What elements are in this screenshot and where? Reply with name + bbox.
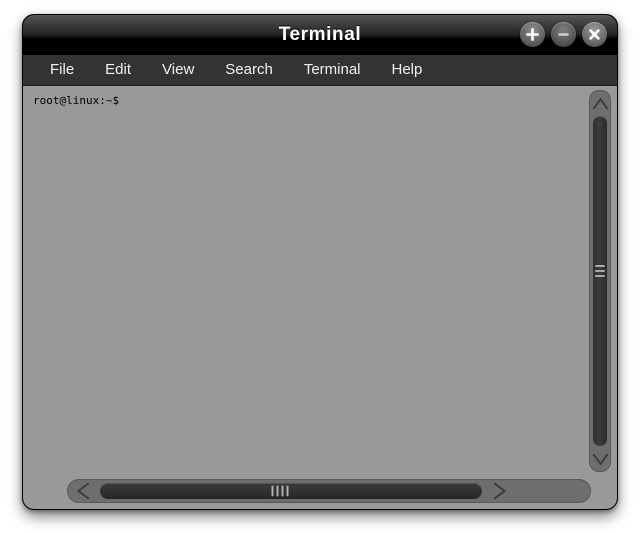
vertical-thumb-grip	[595, 265, 605, 278]
chevron-down-icon	[592, 453, 608, 466]
horizontal-scrollbar[interactable]	[23, 476, 617, 509]
menu-item-help[interactable]: Help	[379, 59, 436, 81]
chevron-right-icon	[493, 481, 506, 500]
menu-item-file[interactable]: File	[37, 59, 87, 81]
horizontal-scroll-trough[interactable]	[67, 478, 591, 503]
terminal-screen[interactable]: root@linux:~$	[23, 86, 587, 476]
horizontal-thumb-grip	[271, 485, 289, 496]
minus-icon	[558, 33, 569, 36]
scroll-up-button[interactable]	[589, 92, 611, 114]
terminal-content-row: root@linux:~$	[23, 86, 617, 476]
menu-item-terminal[interactable]: Terminal	[291, 59, 374, 81]
minimize-button[interactable]	[551, 22, 576, 47]
scroll-right-button[interactable]	[486, 481, 512, 500]
titlebar[interactable]: Terminal	[23, 15, 617, 55]
vertical-scroll-trough[interactable]	[589, 90, 611, 472]
menu-item-view[interactable]: View	[149, 59, 207, 81]
vertical-scroll-thumb[interactable]	[593, 116, 607, 446]
terminal-window: Terminal File Edit View Search Terminal …	[22, 14, 618, 510]
terminal-body: root@linux:~$	[23, 86, 617, 509]
window-controls	[520, 22, 607, 47]
horizontal-scroll-thumb[interactable]	[100, 482, 482, 499]
terminal-prompt: root@linux:~$	[33, 94, 120, 107]
vertical-scrollbar[interactable]	[587, 86, 617, 476]
close-button[interactable]	[582, 22, 607, 47]
close-icon	[589, 29, 600, 40]
chevron-left-icon	[76, 481, 89, 500]
scroll-left-button[interactable]	[70, 481, 96, 500]
maximize-button[interactable]	[520, 22, 545, 47]
menu-item-edit[interactable]: Edit	[92, 59, 144, 81]
plus-icon	[526, 28, 539, 41]
scroll-down-button[interactable]	[589, 448, 611, 470]
menu-item-search[interactable]: Search	[212, 59, 286, 81]
menubar: File Edit View Search Terminal Help	[23, 55, 617, 86]
chevron-up-icon	[592, 97, 608, 110]
